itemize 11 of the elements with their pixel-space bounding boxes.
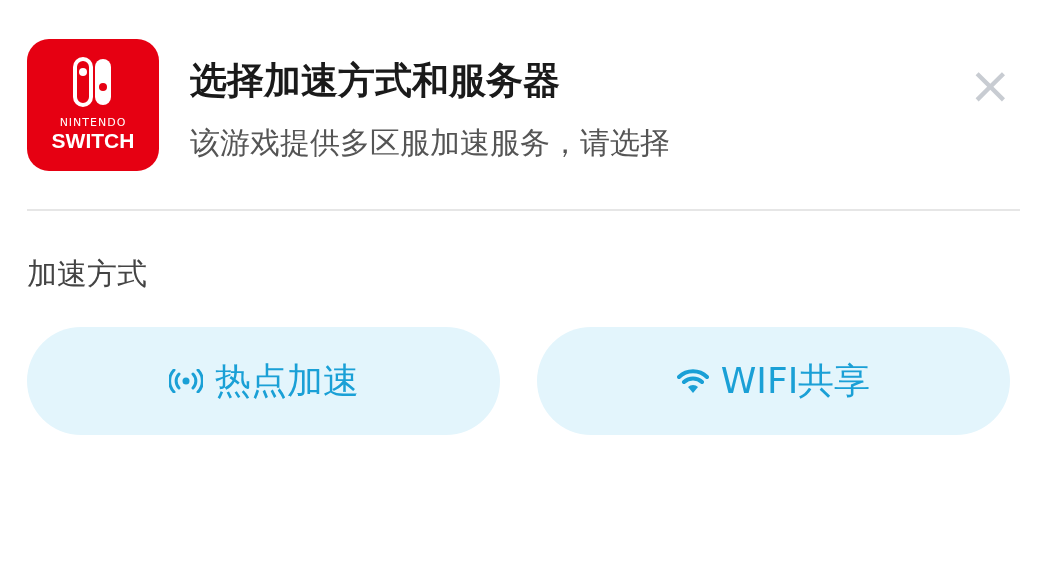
dialog-title: 选择加速方式和服务器 (190, 58, 561, 104)
mode-option-button[interactable]: WIFI共享 (537, 327, 1010, 435)
mode-option-button[interactable]: 热点加速 (27, 327, 500, 435)
wifi-icon (676, 368, 709, 394)
logo-text: SWITCH (51, 129, 135, 153)
console-icon (73, 57, 113, 107)
close-button[interactable]: × (968, 59, 1012, 111)
logo-text: NINTENDO (59, 117, 127, 129)
broadcast-icon (168, 369, 203, 393)
dialog-subtitle: 该游戏提供多区服加速服务，请选择 (190, 124, 671, 162)
section-label: 加速方式 (27, 255, 147, 293)
